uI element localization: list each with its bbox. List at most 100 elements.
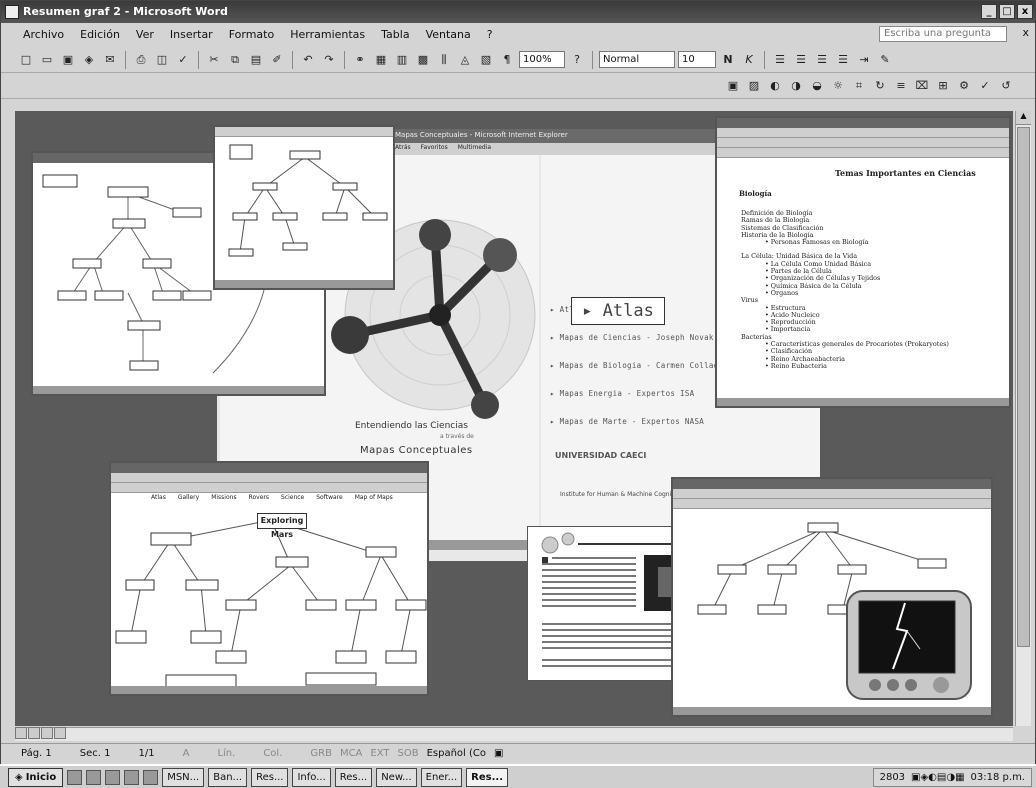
ciencias-link[interactable]: ▸ Mapas de Ciencias - Joseph Novak: [550, 333, 714, 342]
scroll-up-icon[interactable]: ▲: [1016, 111, 1031, 125]
status-grb[interactable]: GRB: [310, 748, 332, 759]
print-preview-icon[interactable]: ◫: [153, 51, 171, 69]
menu-tabla[interactable]: Tabla: [379, 26, 411, 43]
spelling-status-icon[interactable]: ▣: [494, 748, 503, 759]
bold-button[interactable]: N: [719, 51, 737, 69]
print-icon[interactable]: ⎙: [132, 51, 150, 69]
color-icon[interactable]: ◐: [766, 77, 784, 95]
tab-atlas[interactable]: Atlas: [151, 494, 166, 501]
quicklaunch-explorer-icon[interactable]: [86, 769, 102, 785]
zoom-select[interactable]: 100%: [519, 51, 565, 68]
status-mca[interactable]: MCA: [340, 748, 362, 759]
ie-back-button[interactable]: Atrás: [395, 144, 411, 151]
marte-link[interactable]: ▸ Mapas de Marte - Expertos NASA: [550, 417, 704, 426]
insert-table-icon[interactable]: ▥: [393, 51, 411, 69]
bio-topic[interactable]: • Personas Famosas en Biología: [741, 238, 1009, 246]
set-transparent-icon[interactable]: ✓: [976, 77, 994, 95]
tab-map-of-maps[interactable]: Map of Maps: [355, 494, 393, 501]
maximize-button[interactable]: □: [999, 4, 1015, 19]
menu-help[interactable]: ?: [485, 26, 495, 43]
redo-icon[interactable]: ↷: [320, 51, 338, 69]
tab-missions[interactable]: Missions: [211, 494, 236, 501]
crop-icon[interactable]: ⌗: [850, 77, 868, 95]
quicklaunch-ie-icon[interactable]: [67, 769, 83, 785]
new-document-icon[interactable]: □: [17, 51, 35, 69]
ask-question-input[interactable]: Escriba una pregunta: [879, 26, 1007, 42]
tab-gallery[interactable]: Gallery: [178, 494, 199, 501]
cut-icon[interactable]: ✂: [205, 51, 223, 69]
atlas-button[interactable]: ▸ Atlas: [571, 297, 665, 325]
open-folder-icon[interactable]: ▭: [38, 51, 56, 69]
media-player-widget[interactable]: [845, 589, 975, 704]
normal-view-icon[interactable]: [15, 727, 27, 739]
status-sob[interactable]: SOB: [398, 748, 419, 759]
email-icon[interactable]: ✉: [101, 51, 119, 69]
tab-science[interactable]: Science: [281, 494, 304, 501]
highlight-icon[interactable]: ✎: [876, 51, 894, 69]
task-ener[interactable]: Ener...: [420, 767, 463, 787]
style-select[interactable]: Normal: [599, 51, 675, 68]
rotate-icon[interactable]: ↻: [871, 77, 889, 95]
format-painter-icon[interactable]: ✐: [268, 51, 286, 69]
text-wrap-icon[interactable]: ⊞: [934, 77, 952, 95]
clock[interactable]: 03:18 p.m.: [971, 772, 1025, 783]
bio-topic[interactable]: • Importancia: [741, 326, 1009, 334]
italic-button[interactable]: K: [740, 51, 758, 69]
brightness-icon[interactable]: ☼: [829, 77, 847, 95]
energia-link[interactable]: ▸ Mapas Energia - Expertos ISA: [550, 389, 694, 398]
font-size-select[interactable]: 10: [678, 51, 716, 68]
undo-icon[interactable]: ↶: [299, 51, 317, 69]
task-new[interactable]: New...: [376, 767, 417, 787]
print-view-icon[interactable]: [41, 727, 53, 739]
web-view-icon[interactable]: [28, 727, 40, 739]
insert-excel-icon[interactable]: ▩: [414, 51, 432, 69]
task-ban[interactable]: Ban...: [208, 767, 248, 787]
status-ext[interactable]: EXT: [370, 748, 389, 759]
align-left-icon[interactable]: ☰: [771, 51, 789, 69]
hyperlink-icon[interactable]: ⚭: [351, 51, 369, 69]
word-app-icon[interactable]: [5, 5, 19, 19]
minimize-button[interactable]: _: [981, 4, 997, 19]
align-right-icon[interactable]: ☰: [813, 51, 831, 69]
menu-edicion[interactable]: Edición: [78, 26, 122, 43]
contrast-less-icon[interactable]: ◒: [808, 77, 826, 95]
reset-picture-icon[interactable]: ↺: [997, 77, 1015, 95]
task-res-2[interactable]: Res...: [334, 767, 373, 787]
biologia-link[interactable]: ▸ Mapas de Biologia - Carmen Collado: [550, 361, 723, 370]
show-hide-icon[interactable]: ¶: [498, 51, 516, 69]
tab-software[interactable]: Software: [316, 494, 342, 501]
document-area[interactable]: ▸ Atlas ▸ Mapas de Ciencias - Joseph Nov…: [15, 111, 1013, 726]
start-button[interactable]: ◈ Inicio: [8, 767, 64, 787]
format-picture-icon[interactable]: ⚙: [955, 77, 973, 95]
menu-archivo[interactable]: Archivo: [21, 26, 66, 43]
menu-formato[interactable]: Formato: [227, 26, 277, 43]
tables-borders-icon[interactable]: ▦: [372, 51, 390, 69]
menu-insertar[interactable]: Insertar: [168, 26, 215, 43]
close-button[interactable]: x: [1017, 4, 1033, 19]
quicklaunch-desktop-icon[interactable]: [105, 769, 121, 785]
menu-ver[interactable]: Ver: [134, 26, 156, 43]
contrast-more-icon[interactable]: ◑: [787, 77, 805, 95]
menu-herramientas[interactable]: Herramientas: [288, 26, 367, 43]
tray-icons[interactable]: ▣◈◐▤◑▦: [911, 772, 965, 783]
status-language[interactable]: Español (Co: [427, 748, 486, 759]
align-center-icon[interactable]: ☰: [792, 51, 810, 69]
task-msn[interactable]: MSN...: [162, 767, 205, 787]
mars-root-node[interactable]: Exploring Mars: [257, 513, 307, 539]
image-insert-icon[interactable]: ▨: [745, 77, 763, 95]
columns-icon[interactable]: ⫼: [435, 51, 453, 69]
permission-icon[interactable]: ◈: [80, 51, 98, 69]
paste-icon[interactable]: ▤: [247, 51, 265, 69]
bio-topic[interactable]: • Reino Eubacteria: [741, 362, 1009, 370]
document-close-button[interactable]: x: [1022, 26, 1029, 39]
line-style-icon[interactable]: ≡: [892, 77, 910, 95]
task-res-1[interactable]: Res...: [251, 767, 289, 787]
indent-icon[interactable]: ⇥: [855, 51, 873, 69]
task-info[interactable]: Info...: [292, 767, 331, 787]
vertical-scrollbar[interactable]: ▲: [1015, 111, 1031, 726]
picture-icon[interactable]: ▣: [724, 77, 742, 95]
task-res-active[interactable]: Res...: [466, 767, 509, 787]
quicklaunch-word-icon[interactable]: [143, 769, 159, 785]
bio-topic[interactable]: • Organos: [741, 289, 1009, 297]
scroll-thumb[interactable]: [1017, 127, 1030, 647]
